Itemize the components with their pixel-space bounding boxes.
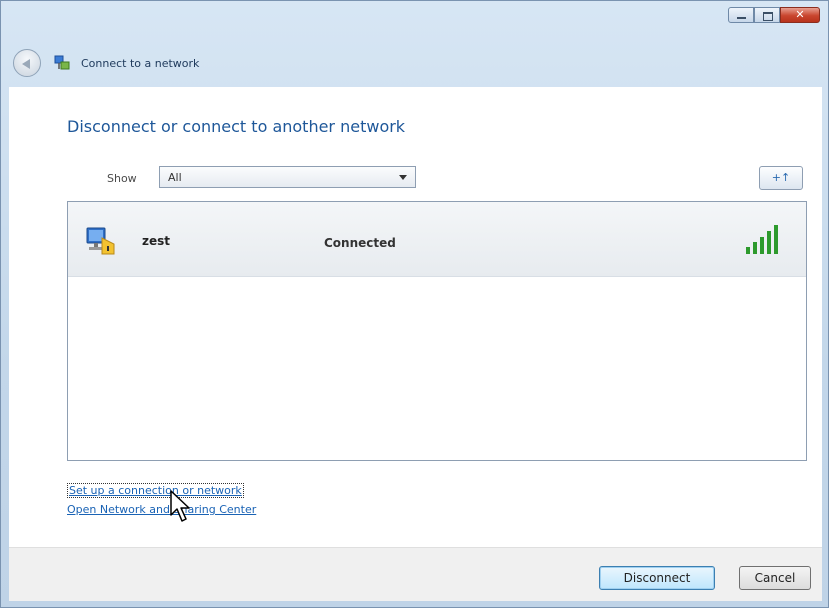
network-name: zest [142,234,171,248]
open-network-center-link[interactable]: Open Network and Sharing Center [67,503,256,516]
show-label: Show [107,172,137,185]
close-button[interactable]: ✕ [780,7,820,23]
show-filter-dropdown[interactable]: All [159,166,416,188]
window-controls: ✕ [728,7,820,25]
disconnect-button[interactable]: Disconnect [599,566,715,590]
chevron-down-icon [399,175,407,180]
close-icon: ✕ [795,8,805,21]
cancel-button[interactable]: Cancel [739,566,811,590]
window-frame: ✕ Connect to a network Disconnect or con… [0,0,829,608]
title-bar: ✕ [1,1,829,33]
main-content: Disconnect or connect to another network… [9,87,822,547]
maximize-button[interactable] [754,7,780,23]
show-filter-value: All [168,171,182,184]
network-list[interactable]: zest Connected [67,201,807,461]
network-status: Connected [324,236,396,250]
dialog-footer: Disconnect Cancel [9,547,822,601]
minimize-button[interactable] [728,7,754,23]
setup-connection-link[interactable]: Set up a connection or network [67,483,244,498]
wireless-network-icon [86,227,115,255]
window-title: Connect to a network [81,56,200,70]
signal-strength-icon [746,225,778,254]
network-row[interactable]: zest Connected [68,202,806,277]
mouse-cursor-icon [170,490,190,522]
page-heading: Disconnect or connect to another network [67,117,406,136]
network-icon [54,55,70,70]
refresh-button[interactable]: +↑ [759,166,803,190]
navigation-bar: Connect to a network [9,43,822,83]
back-button[interactable] [13,49,41,77]
refresh-icon: +↑ [771,171,791,184]
